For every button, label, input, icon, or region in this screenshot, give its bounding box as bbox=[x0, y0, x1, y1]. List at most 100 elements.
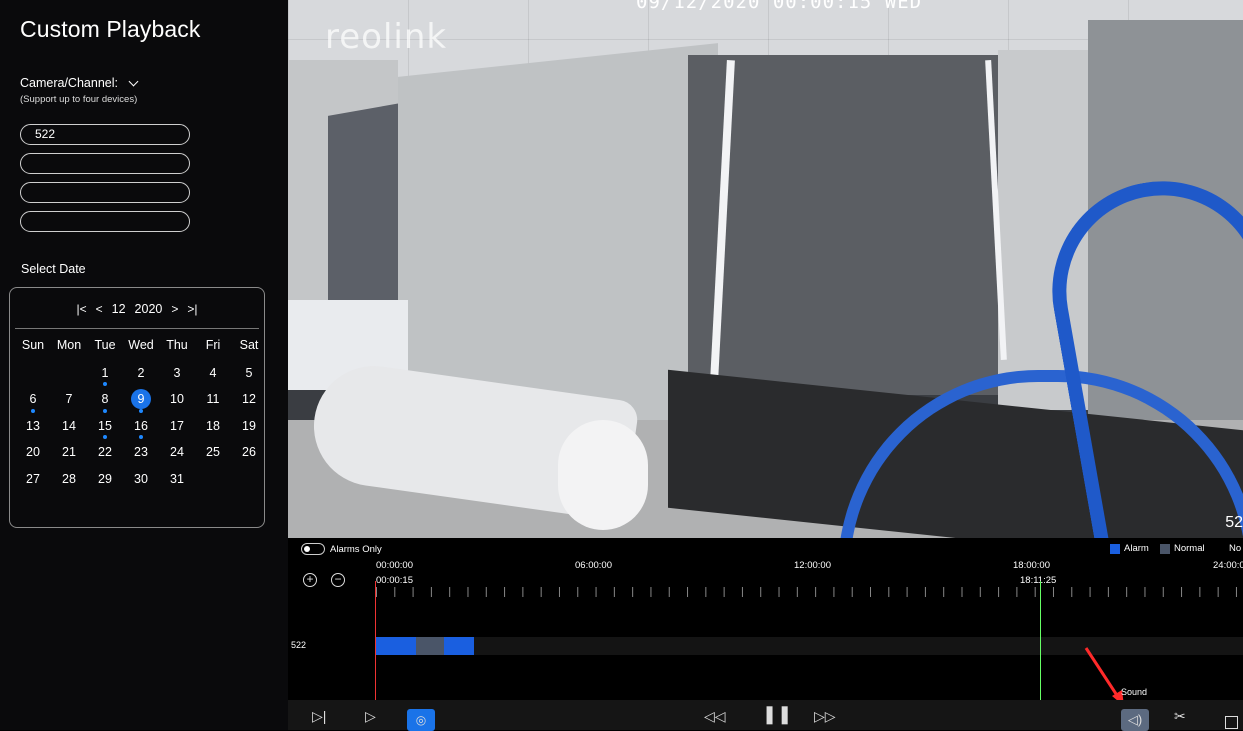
sound-tooltip: Sound bbox=[1121, 687, 1148, 697]
playback-controls: ▷| ▷ ◎ ◁◁ ❚❚ ▷▷ ◁) ✂ bbox=[288, 700, 1243, 731]
device-slot-1[interactable]: 522 bbox=[20, 124, 190, 145]
calendar-day[interactable]: 19 bbox=[231, 414, 267, 441]
weekday-header: Mon bbox=[56, 338, 82, 352]
alarms-only-toggle[interactable]: Alarms Only bbox=[301, 543, 382, 555]
calendar-day[interactable]: 2 bbox=[123, 361, 159, 388]
video-player[interactable]: reolink 09/12/2020 00:00:15 WED 52 bbox=[288, 0, 1243, 538]
legend-normal-label: Normal bbox=[1174, 543, 1205, 554]
calendar-empty bbox=[15, 361, 51, 388]
alarm-segment[interactable] bbox=[376, 637, 416, 655]
calendar-day[interactable]: 27 bbox=[15, 467, 51, 494]
legend-alarm-swatch bbox=[1110, 543, 1120, 554]
weekday-header: Fri bbox=[205, 338, 221, 352]
calendar-day[interactable]: 3 bbox=[159, 361, 195, 388]
calendar-day[interactable]: 30 bbox=[123, 467, 159, 494]
timeline-ticks bbox=[376, 587, 1243, 599]
calendar-day[interactable]: 7 bbox=[51, 387, 87, 414]
calendar-day[interactable]: 17 bbox=[159, 414, 195, 441]
track-label: 522 bbox=[291, 640, 307, 650]
calendar-year: 2020 bbox=[134, 302, 163, 316]
play-next-icon[interactable]: ▷ bbox=[365, 708, 376, 725]
brand-watermark: reolink bbox=[325, 17, 448, 57]
time-mark: 00:00:00 bbox=[376, 560, 413, 571]
scissors-icon[interactable]: ✂ bbox=[1174, 708, 1186, 725]
playback-cursor[interactable] bbox=[375, 581, 376, 700]
legend-none: No bbox=[1229, 543, 1241, 554]
page-title: Custom Playback bbox=[20, 16, 201, 42]
calendar-day[interactable]: 26 bbox=[231, 440, 267, 467]
weekday-header: Thu bbox=[166, 338, 188, 352]
osd-channel: 52 bbox=[1225, 514, 1243, 531]
weekday-header: Tue bbox=[94, 338, 116, 352]
annotation-arrow-icon bbox=[1084, 647, 1124, 706]
rewind-icon[interactable]: ◁◁ bbox=[704, 708, 726, 725]
sidebar: Custom Playback Camera/Channel: (Support… bbox=[0, 0, 288, 730]
device-slot-3[interactable] bbox=[20, 182, 190, 203]
zoom-in-icon[interactable]: + bbox=[303, 573, 317, 587]
calendar-day[interactable]: 15 bbox=[87, 414, 123, 441]
scene-camera-lens bbox=[558, 420, 648, 530]
time-mark: 06:00:00 bbox=[575, 560, 612, 571]
calendar-empty bbox=[195, 467, 231, 494]
alarms-only-label: Alarms Only bbox=[330, 543, 382, 555]
legend-alarm-label: Alarm bbox=[1124, 543, 1149, 554]
select-date-label: Select Date bbox=[21, 262, 86, 276]
calendar-day[interactable]: 22 bbox=[87, 440, 123, 467]
alarm-segment[interactable] bbox=[449, 637, 474, 655]
calendar-divider bbox=[15, 328, 259, 329]
weekday-header: Sat bbox=[239, 338, 259, 352]
calendar-day[interactable]: 12 bbox=[231, 387, 267, 414]
time-mark: 12:00:00 bbox=[794, 560, 831, 571]
normal-segment[interactable] bbox=[416, 637, 444, 655]
calendar: |< < 12 2020 > >| Sun Mon Tue Wed Thu Fri Sat 1… bbox=[9, 287, 265, 528]
fullscreen-icon[interactable] bbox=[1225, 716, 1238, 729]
calendar-day[interactable]: 14 bbox=[51, 414, 87, 441]
device-slot-4[interactable] bbox=[20, 211, 190, 232]
last-month-icon[interactable]: >| bbox=[187, 302, 197, 316]
calendar-day[interactable]: 13 bbox=[15, 414, 51, 441]
fast-forward-icon[interactable]: ▷▷ bbox=[814, 708, 836, 725]
calendar-day[interactable]: 24 bbox=[159, 440, 195, 467]
device-slot-2[interactable] bbox=[20, 153, 190, 174]
calendar-day[interactable]: 6 bbox=[15, 387, 51, 414]
zoom-out-icon[interactable]: − bbox=[331, 573, 345, 587]
calendar-nav: |< < 12 2020 > >| bbox=[10, 302, 264, 316]
chevron-down-icon[interactable] bbox=[128, 76, 139, 86]
skip-to-start-icon[interactable]: ▷| bbox=[312, 708, 326, 725]
calendar-day[interactable]: 18 bbox=[195, 414, 231, 441]
auto-play-icon[interactable]: ◎ bbox=[407, 709, 435, 731]
camera-channel-hint: (Support up to four devices) bbox=[20, 94, 138, 105]
calendar-day[interactable]: 29 bbox=[87, 467, 123, 494]
calendar-day[interactable]: 11 bbox=[195, 387, 231, 414]
calendar-day[interactable]: 20 bbox=[15, 440, 51, 467]
weekday-header: Wed bbox=[128, 338, 154, 352]
camera-channel-label: Camera/Channel: bbox=[20, 76, 118, 90]
calendar-day[interactable]: 8 bbox=[87, 387, 123, 414]
legend-normal-swatch bbox=[1160, 543, 1170, 554]
selected-day[interactable]: 9 bbox=[131, 389, 151, 409]
calendar-day[interactable]: 31 bbox=[159, 467, 195, 494]
calendar-day[interactable]: 5 bbox=[231, 361, 267, 388]
speaker-icon[interactable]: ◁) bbox=[1121, 709, 1149, 731]
pause-icon[interactable]: ❚❚ bbox=[762, 704, 792, 725]
scene-blind bbox=[688, 55, 998, 395]
calendar-day[interactable]: 16 bbox=[123, 414, 159, 441]
calendar-day[interactable]: 23 bbox=[123, 440, 159, 467]
hover-time: 18:11:25 bbox=[1020, 575, 1057, 586]
first-month-icon[interactable]: |< bbox=[77, 302, 87, 316]
calendar-day[interactable]: 25 bbox=[195, 440, 231, 467]
next-month-icon[interactable]: > bbox=[171, 302, 178, 316]
toggle-switch[interactable] bbox=[301, 543, 325, 555]
calendar-day[interactable]: 28 bbox=[51, 467, 87, 494]
calendar-empty bbox=[51, 361, 87, 388]
calendar-day[interactable]: 1 bbox=[87, 361, 123, 388]
timeline[interactable]: Alarms Only Alarm Normal No 00:00:00 06:… bbox=[288, 538, 1243, 706]
osd-timestamp: 09/12/2020 00:00:15 WED bbox=[636, 0, 923, 13]
calendar-day[interactable]: 21 bbox=[51, 440, 87, 467]
calendar-day[interactable]: 9 bbox=[123, 387, 159, 414]
weekday-header: Sun bbox=[21, 338, 45, 352]
calendar-day[interactable]: 10 bbox=[159, 387, 195, 414]
calendar-day[interactable]: 4 bbox=[195, 361, 231, 388]
camera-channel-dropdown[interactable]: Camera/Channel: bbox=[20, 76, 139, 90]
prev-month-icon[interactable]: < bbox=[96, 302, 103, 316]
